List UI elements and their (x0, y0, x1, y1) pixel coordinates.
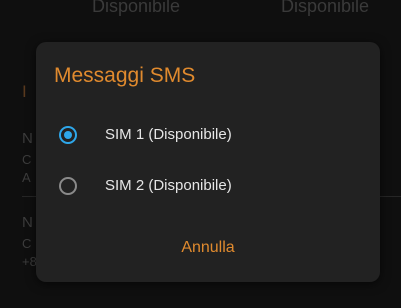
sim1-status-text: Disponibile (92, 0, 181, 16)
sim2-status-text: Disponibile (281, 0, 370, 16)
radio-selected-icon[interactable] (59, 126, 77, 144)
sim2-option[interactable]: SIM 2 (Disponibile) (36, 165, 380, 211)
sim2-option-label: SIM 2 (Disponibile) (105, 177, 232, 194)
screen: Disponibile Disponibile I N C A N C +8 M… (0, 0, 401, 308)
background-row-2-detail: +8 (22, 254, 37, 269)
background-row-2-subtitle: C (22, 236, 32, 251)
background-sim-status-bar: Disponibile Disponibile (0, 0, 401, 26)
background-row-1-detail: A (22, 170, 31, 185)
radio-unselected-icon[interactable] (59, 177, 77, 195)
background-row-1-subtitle: C (22, 152, 32, 167)
sim1-option[interactable]: SIM 1 (Disponibile) (36, 114, 380, 160)
dialog-title: Messaggi SMS (54, 64, 196, 87)
background-row-2-title: N (22, 214, 33, 231)
background-section-header: I (22, 82, 27, 101)
sim1-option-label: SIM 1 (Disponibile) (105, 126, 232, 143)
background-row-1-title: N (22, 130, 33, 147)
cancel-button[interactable]: Annulla (36, 228, 380, 268)
sms-sim-picker-dialog: Messaggi SMS SIM 1 (Disponibile) SIM 2 (… (36, 42, 380, 282)
